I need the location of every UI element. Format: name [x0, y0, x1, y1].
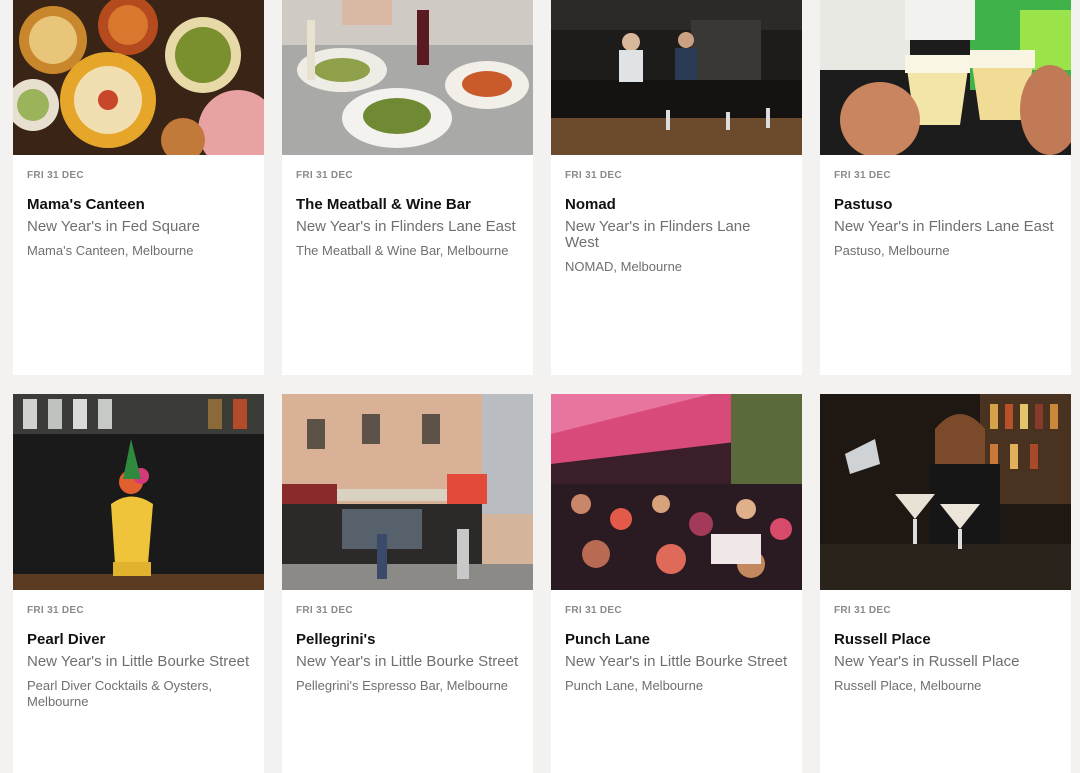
event-subtitle: New Year's in Fed Square [27, 218, 200, 235]
event-venue: Punch Lane, Melbourne [565, 678, 704, 693]
event-venue: NOMAD, Melbourne [565, 259, 683, 274]
event-title[interactable]: Punch Lane [565, 631, 788, 649]
event-subtitle: New Year's in Little Bourke Street [27, 653, 250, 670]
cocktail-toast-photo [820, 0, 1071, 155]
storefront-photo [282, 394, 533, 590]
event-title[interactable]: Nomad [565, 196, 788, 214]
open-kitchen-photo [551, 0, 802, 155]
event-subtitle: New Year's in Little Bourke Street [565, 653, 788, 670]
tiki-cocktail-photo [13, 394, 264, 590]
food-spread-photo [13, 0, 264, 155]
event-card-meatball-wine-bar[interactable]: FRI 31 DEC The Meatball & Wine Bar New Y… [282, 0, 533, 375]
event-date: FRI 31 DEC [27, 170, 84, 181]
event-subtitle: New Year's in Flinders Lane West [565, 218, 751, 251]
event-venue: Pastuso, Melbourne [834, 243, 950, 258]
event-subtitle: New Year's in Little Bourke Street [296, 653, 519, 670]
event-title[interactable]: Pastuso [834, 196, 1057, 214]
event-grid: FRI 31 DEC Mama's Canteen New Year's in … [0, 0, 1080, 773]
event-card-pastuso[interactable]: FRI 31 DEC Pastuso New Year's in Flinder… [820, 0, 1071, 375]
event-card-pearl-diver[interactable]: FRI 31 DEC Pearl Diver New Year's in Lit… [13, 394, 264, 773]
event-date: FRI 31 DEC [834, 605, 891, 616]
event-card-nomad[interactable]: FRI 31 DEC Nomad New Year's in Flinders … [551, 0, 802, 375]
event-subtitle: New Year's in Flinders Lane East [834, 218, 1054, 235]
street-dining-photo [551, 394, 802, 590]
event-subtitle: New Year's in Russell Place [834, 653, 1020, 670]
event-card-russell-place[interactable]: FRI 31 DEC Russell Place New Year's in R… [820, 394, 1071, 773]
event-title[interactable]: Pearl Diver [27, 631, 250, 649]
event-subtitle: New Year's in Flinders Lane East [296, 218, 516, 235]
event-date: FRI 31 DEC [27, 605, 84, 616]
meatball-dishes-photo [282, 0, 533, 155]
event-date: FRI 31 DEC [296, 605, 353, 616]
event-title[interactable]: Mama's Canteen [27, 196, 250, 214]
event-date: FRI 31 DEC [565, 170, 622, 181]
event-title[interactable]: Russell Place [834, 631, 1057, 649]
event-date: FRI 31 DEC [834, 170, 891, 181]
event-venue: The Meatball & Wine Bar, Melbourne [296, 243, 509, 258]
event-date: FRI 31 DEC [296, 170, 353, 181]
bartender-martinis-photo [820, 394, 1071, 590]
event-card-punch-lane[interactable]: FRI 31 DEC Punch Lane New Year's in Litt… [551, 394, 802, 773]
event-venue: Mama's Canteen, Melbourne [27, 243, 194, 258]
event-title[interactable]: Pellegrini's [296, 631, 519, 649]
event-card-mamas-canteen[interactable]: FRI 31 DEC Mama's Canteen New Year's in … [13, 0, 264, 375]
event-title[interactable]: The Meatball & Wine Bar [296, 196, 519, 214]
event-date: FRI 31 DEC [565, 605, 622, 616]
event-venue: Pellegrini's Espresso Bar, Melbourne [296, 678, 509, 693]
event-venue: Pearl Diver Cocktails & Oysters, Melbour… [27, 678, 212, 709]
event-venue: Russell Place, Melbourne [834, 678, 982, 693]
event-card-pellegrinis[interactable]: FRI 31 DEC Pellegrini's New Year's in Li… [282, 394, 533, 773]
